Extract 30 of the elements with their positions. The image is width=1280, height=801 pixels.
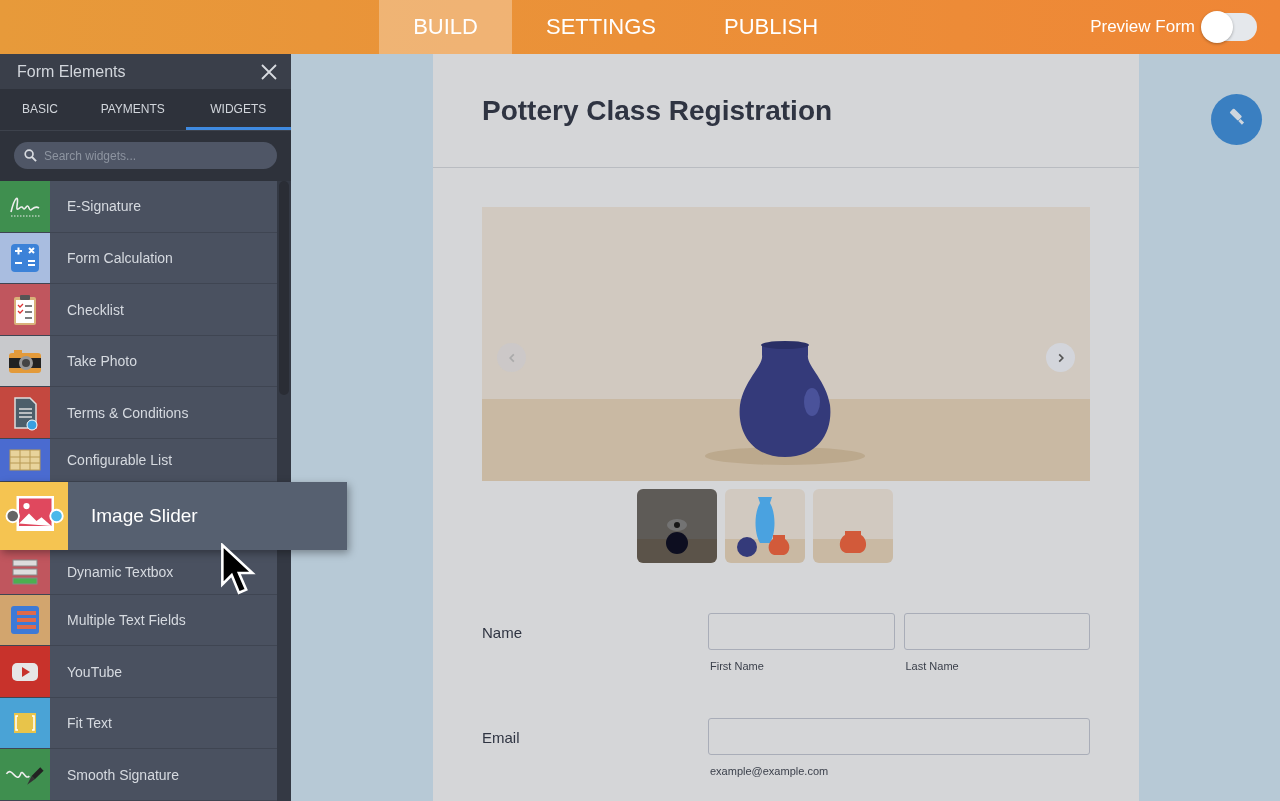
search-field[interactable]: Search widgets... [14, 142, 277, 170]
slide-thumbnail[interactable] [725, 489, 805, 563]
widget-item[interactable]: Smooth Signature [0, 749, 277, 801]
field-hint: First Name [709, 660, 765, 672]
field-label: Name [482, 623, 523, 643]
text-input[interactable] [708, 718, 1090, 755]
close-icon[interactable] [261, 63, 277, 80]
field-hint: example@example.com [709, 765, 830, 777]
widget-item[interactable]: Terms & Conditions [0, 387, 277, 440]
theme-button[interactable] [1211, 94, 1262, 145]
panel-title: Form Elements [17, 62, 126, 81]
widget-item[interactable]: Checklist [0, 284, 277, 336]
slide-thumbnail[interactable] [813, 489, 893, 563]
preview-label: Preview Form [1090, 17, 1195, 37]
widget-item[interactable]: E-Signature [0, 181, 277, 233]
text-input[interactable] [708, 613, 895, 650]
widget-item[interactable]: Multiple Text Fields [0, 594, 277, 647]
widget-item[interactable]: Fit Text [0, 697, 277, 750]
dragged-widget-item[interactable]: Image Slider [0, 482, 347, 551]
field-hint: Last Name [904, 660, 960, 672]
form-title: Pottery Class Registration [482, 94, 833, 127]
slide-thumbnail[interactable] [637, 489, 717, 563]
widget-item[interactable]: YouTube [0, 646, 277, 698]
preview-toggle[interactable] [1203, 13, 1257, 41]
category-tab[interactable]: BASIC [0, 89, 80, 131]
widget-item[interactable]: Form Calculation [0, 232, 277, 285]
widget-item[interactable]: Take Photo [0, 335, 277, 388]
field-label: Email [482, 728, 521, 748]
category-tab[interactable]: PAYMENTS [80, 89, 186, 131]
text-input[interactable] [903, 613, 1090, 650]
